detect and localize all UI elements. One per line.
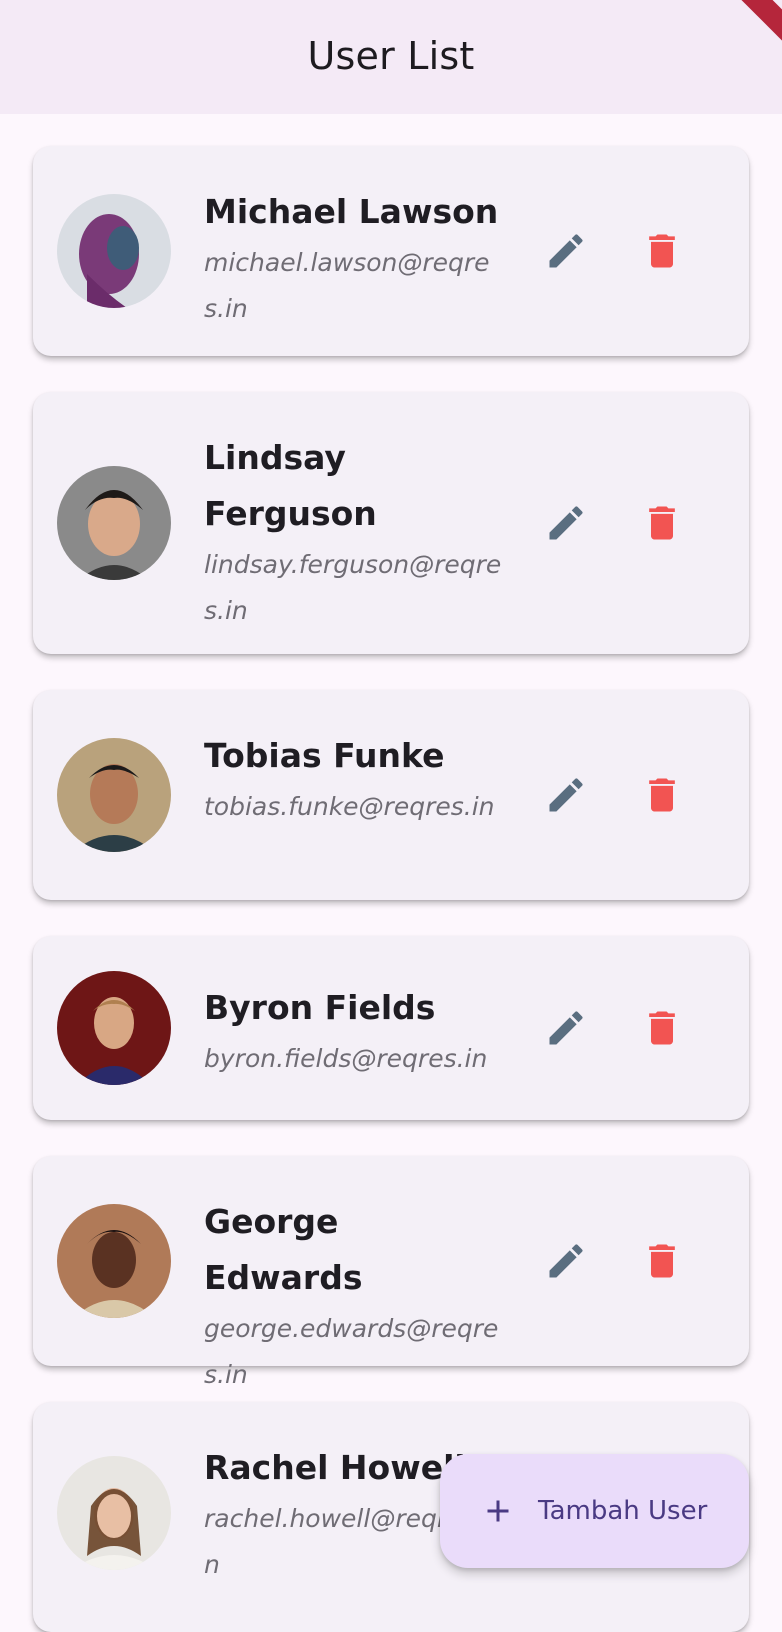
avatar xyxy=(57,466,171,580)
app-bar: User List xyxy=(0,0,782,114)
add-user-label: Tambah User xyxy=(538,1496,708,1526)
user-name: George Edwards xyxy=(204,1202,363,1297)
delete-button[interactable] xyxy=(634,1000,690,1056)
pencil-icon xyxy=(549,778,583,812)
avatar xyxy=(57,1204,171,1318)
user-email: michael.lawson@reqres.in xyxy=(204,248,490,323)
delete-button[interactable] xyxy=(634,495,690,551)
trash-icon xyxy=(649,778,675,812)
trash-icon xyxy=(649,1011,675,1045)
pencil-icon xyxy=(549,1011,583,1045)
user-card[interactable]: George Edwards george.edwards@reqres.in xyxy=(33,1156,749,1389)
user-card[interactable]: Byron Fields byron.fields@reqres.in xyxy=(33,936,749,1120)
trash-icon xyxy=(649,234,675,268)
user-email: tobias.funke@reqres.in xyxy=(204,792,495,821)
plus-icon xyxy=(487,1500,509,1522)
edit-button[interactable] xyxy=(538,1233,594,1289)
edit-button[interactable] xyxy=(538,1000,594,1056)
user-name: Byron Fields xyxy=(204,988,436,1027)
pencil-icon xyxy=(549,1244,583,1278)
user-card[interactable]: Lindsay Ferguson lindsay.ferguson@reqres… xyxy=(33,392,749,654)
edit-button[interactable] xyxy=(538,495,594,551)
user-email: byron.fields@reqres.in xyxy=(204,1044,488,1073)
trash-icon xyxy=(649,1244,675,1278)
user-email: george.edwards@reqres.in xyxy=(204,1314,499,1389)
user-name: Lindsay Ferguson xyxy=(204,438,377,533)
user-email: lindsay.ferguson@reqres.in xyxy=(204,550,502,625)
avatar xyxy=(57,971,171,1085)
pencil-icon xyxy=(549,506,583,540)
user-card[interactable]: Tobias Funke tobias.funke@reqres.in xyxy=(33,690,749,900)
edit-button[interactable] xyxy=(538,767,594,823)
delete-button[interactable] xyxy=(634,223,690,279)
page-title: User List xyxy=(307,34,475,78)
delete-button[interactable] xyxy=(634,767,690,823)
pencil-icon xyxy=(549,234,583,268)
user-card[interactable]: Michael Lawson michael.lawson@reqres.in xyxy=(33,146,749,356)
user-name: Tobias Funke xyxy=(204,736,445,775)
avatar xyxy=(57,1456,171,1570)
trash-icon xyxy=(649,506,675,540)
avatar xyxy=(57,194,171,308)
edit-button[interactable] xyxy=(538,223,594,279)
user-name: Michael Lawson xyxy=(204,192,499,231)
add-user-button[interactable]: Tambah User xyxy=(440,1454,749,1568)
avatar xyxy=(57,738,171,852)
delete-button[interactable] xyxy=(634,1233,690,1289)
